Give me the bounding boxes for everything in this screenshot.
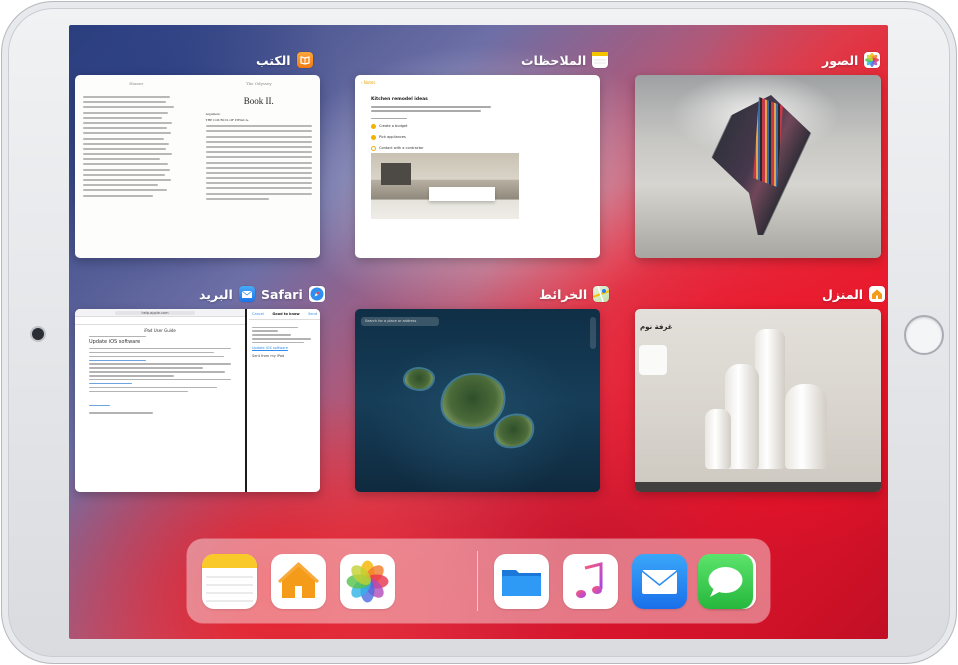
maps-icon [592,285,610,303]
files-icon[interactable] [494,554,549,609]
home-room-title: غرفة نوم [640,323,673,331]
books-right-header: The Odyssey [245,81,272,86]
notes-content: Kitchen remodel ideas Create a budget Pi… [371,97,491,155]
notes-app-card[interactable]: ‹ Notes Kitchen remodel ideas Create a b… [355,75,600,258]
home-icon[interactable] [271,554,326,609]
mail-body-link: Update iOS software [252,345,288,350]
maps-app-card[interactable]: Search for a place or address [355,309,600,492]
books-app-card[interactable]: Homer The Odyssey Book II. Argument. THE… [75,75,320,258]
safari-mail-split-card[interactable]: help.apple.com iPad User Guide Update iO… [75,309,320,492]
todo-item: Contact with a contractor [371,144,491,152]
mail-card-label[interactable]: البريد [199,286,255,302]
home-app-card[interactable]: غرفة نوم [635,309,881,492]
music-icon[interactable] [563,554,618,609]
notes-back-button: ‹ Notes [361,80,376,85]
notes-icon [592,52,609,68]
safari-heading: Update iOS software [89,339,141,346]
home-card-label[interactable]: المنزل [822,286,886,302]
mail-icon [238,286,255,302]
vase [755,329,785,469]
app-switcher-screen: الكتب الملاحظات الصور Homer The Odyssey … [69,25,888,639]
home-label-text: المنزل [822,286,864,302]
photos-icon[interactable] [340,554,395,609]
books-argument: Argument. [205,112,221,116]
map-island [491,410,537,452]
dock [187,539,770,623]
messages-icon[interactable] [698,554,753,609]
books-council: THE COUNCIL OF ITHACA. [205,118,249,122]
safari-card-label[interactable]: Safari [261,286,325,302]
safari-icon [308,286,325,302]
mail-subject-title: Good to know [272,312,300,316]
books-icon [296,52,313,68]
vase [705,409,731,469]
safari-pane: help.apple.com iPad User Guide Update iO… [75,309,247,492]
todo-item: Pick appliances [371,133,491,141]
mail-label-text: البريد [199,286,233,302]
maps-card-label[interactable]: الخرائط [539,285,610,303]
books-left-header: Homer [129,81,144,86]
notes-icon[interactable] [202,554,257,609]
photos-app-card[interactable] [635,75,881,258]
note-title: Kitchen remodel ideas [371,97,428,102]
map-island [405,369,433,389]
todo-item: Create a budget [371,122,491,130]
mail-compose-pane: Cancel Good to know Send Update iOS soft… [249,309,320,492]
home-button[interactable] [904,315,944,355]
safari-label-text: Safari [261,286,303,302]
books-card-label[interactable]: الكتب [256,52,313,68]
books-left-page: Homer [75,75,198,258]
home-icon [869,286,886,302]
home-tab-bar [635,482,881,492]
map-controls [590,317,596,349]
map-island [437,370,509,432]
mail-send: Send [308,312,317,316]
notes-card-label[interactable]: الملاحظات [521,52,609,68]
map-search-field: Search for a place or address [361,317,439,326]
mail-cancel: Cancel [252,312,264,316]
mail-signature: Sent from my iPad [252,353,285,358]
safari-toolbar: help.apple.com [75,309,245,317]
books-label-text: الكتب [256,52,291,68]
home-accessory-tile [639,345,667,375]
mail-icon[interactable] [632,554,687,609]
photos-card-label[interactable]: الصور [822,52,881,68]
kitchen-photo [371,153,519,219]
front-camera [32,328,44,340]
safari-page-title: iPad User Guide [144,328,176,333]
books-right-page: The Odyssey Book II. Argument. THE COUNC… [198,75,321,258]
photos-icon [864,52,881,68]
photos-label-text: الصور [822,52,859,68]
notes-label-text: الملاحظات [521,52,587,68]
vase [785,384,827,469]
books-chapter-title: Book II. [243,96,274,106]
safari-url-bar: help.apple.com [115,311,195,315]
dock-divider [477,551,478,611]
maps-label-text: الخرائط [539,286,588,302]
